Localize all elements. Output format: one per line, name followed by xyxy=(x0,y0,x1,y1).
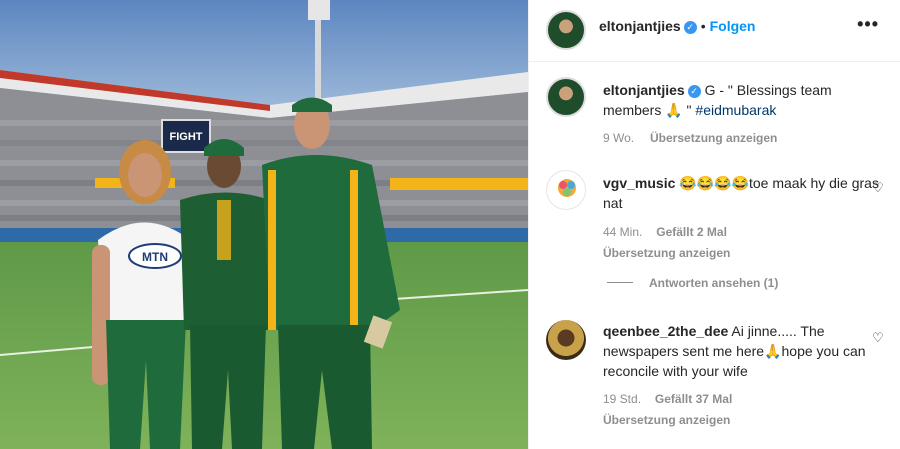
stadium-photo: FIGHT MTN xyxy=(0,0,528,449)
author-avatar[interactable] xyxy=(546,10,586,50)
comment-likes[interactable]: Gefällt 37 Mal xyxy=(655,392,732,406)
author-username[interactable]: eltonjantjies xyxy=(599,18,681,34)
comment-translate-link[interactable]: Übersetzung anzeigen xyxy=(603,246,730,260)
comment-age[interactable]: 19 Std. xyxy=(603,392,641,406)
hashtag-link[interactable]: #eidmubarak xyxy=(695,102,776,118)
comment-item: qeenbee_2the_dee Ai jinne..... The newsp… xyxy=(603,321,883,430)
like-comment-heart-icon[interactable]: ♡ xyxy=(872,180,886,195)
view-replies-label: Antworten ansehen (1) xyxy=(649,276,779,290)
caption: eltonjantjies ✓ G - " Blessings team memb… xyxy=(603,80,883,148)
comment-translate-link[interactable]: Übersetzung anzeigen xyxy=(603,413,730,427)
screen-text: FIGHT xyxy=(170,131,203,143)
caption-username[interactable]: eltonjantjies xyxy=(603,82,685,98)
more-options-icon[interactable]: ••• xyxy=(857,14,879,35)
replies-divider xyxy=(607,282,633,283)
post-details-panel: eltonjantjies ✓ • Folgen ••• eltonjantjies ✓… xyxy=(528,0,900,449)
shirt-logo-text: MTN xyxy=(142,250,168,264)
follow-button[interactable]: Folgen xyxy=(710,18,756,34)
comment-avatar[interactable] xyxy=(546,320,586,360)
verified-badge-icon: ✓ xyxy=(687,85,701,98)
post-header: eltonjantjies ✓ • Folgen ••• xyxy=(529,0,900,62)
comment-item: vgv_music 😂😂😂😂toe maak hy die gras nat 4… xyxy=(603,173,883,263)
verified-badge-icon: ✓ xyxy=(683,21,697,34)
comment-likes[interactable]: Gefällt 2 Mal xyxy=(656,225,727,239)
comment-avatar[interactable] xyxy=(546,170,586,210)
vgv-logo-icon xyxy=(558,179,576,197)
author-line: eltonjantjies ✓ • Folgen xyxy=(599,18,755,34)
view-replies-button[interactable]: Antworten ansehen (1) xyxy=(607,276,778,290)
caption-avatar[interactable] xyxy=(546,77,586,117)
post-photo[interactable]: FIGHT MTN xyxy=(0,0,528,449)
comment-username[interactable]: vgv_music xyxy=(603,175,675,191)
comment-age[interactable]: 44 Min. xyxy=(603,225,642,239)
caption-translate-link[interactable]: Übersetzung anzeigen xyxy=(650,131,777,145)
comment-username[interactable]: qeenbee_2the_dee xyxy=(603,323,728,339)
like-comment-heart-icon[interactable]: ♡ xyxy=(872,330,886,345)
separator-dot: • xyxy=(700,18,706,34)
caption-age[interactable]: 9 Wo. xyxy=(603,131,634,145)
